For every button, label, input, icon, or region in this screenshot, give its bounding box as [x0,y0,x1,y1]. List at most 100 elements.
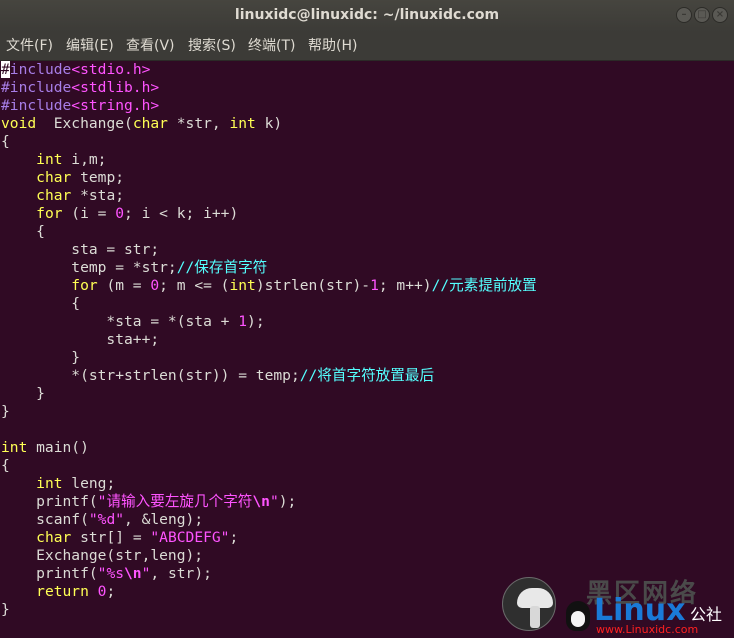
code-token: char [36,169,72,186]
code-token: ; m <= ( [159,277,230,294]
code-token: 0 [88,583,107,600]
code-token: { [1,295,81,312]
watermark-gongshe-text: 公社 [690,605,723,624]
code-token: int [36,151,63,168]
code-token: ; [106,583,116,600]
code-token: 0 [115,205,125,222]
code-line: #include<string.h> [1,97,537,115]
code-token: char [36,529,72,546]
code-token: <stdio.h> [71,61,151,78]
code-token: *(str+strlen(str)) = temp; [1,367,300,384]
code-line: #include<stdlib.h> [1,79,537,97]
code-token: leng; [62,475,116,492]
code-token: ; i < k; i++) [124,205,239,222]
code-token: i,m; [62,151,107,168]
code-editor[interactable]: #include<stdio.h> #include<stdlib.h> #incl… [1,61,537,619]
code-token: 1 [238,313,248,330]
code-token: Exchange(str,leng); [1,547,204,564]
code-token: "%s [97,565,125,582]
code-token: main() [27,439,89,456]
code-token: include [9,61,72,78]
code-token: //将首字符放置最后 [299,367,435,384]
code-token: //元素提前放置 [431,277,537,294]
close-button[interactable]: × [712,7,728,23]
menu-terminal[interactable]: 终端(T) [248,32,295,60]
code-line: { [1,457,537,475]
code-line: printf("%s\n", str); [1,565,537,583]
code-line: } [1,349,537,367]
code-line: temp = *str;//保存首字符 [1,259,537,277]
code-token: void [1,115,37,132]
code-token: )strlen(str)- [255,277,371,294]
code-token: ); [247,313,265,330]
code-token: "请输入要左旋几个字符 [97,493,253,510]
code-line: void Exchange(char *str, int k) [1,115,537,133]
code-token: Exchange( [36,115,133,132]
code-token: " [269,493,279,510]
code-line: for (i = 0; i < k; i++) [1,205,537,223]
code-token: ); [278,493,297,510]
code-token: 1 [370,277,379,294]
code-line: for (m = 0; m <= (int)strlen(str)-1; m++… [1,277,537,295]
code-token: "%d" [88,511,125,528]
terminal-content[interactable]: #include<stdio.h> #include<stdlib.h> #incl… [0,61,734,638]
code-token: *sta; [71,187,125,204]
code-token: , &leng); [124,511,204,528]
code-token: char [132,115,168,132]
maximize-button[interactable]: □ [694,7,710,23]
code-line: Exchange(str,leng); [1,547,537,565]
code-token: } [1,403,10,420]
title-bar[interactable]: linuxidc@linuxidc: ~/linuxidc.com – □ × [0,0,734,32]
code-token: *sta = *(sta + [1,313,239,330]
code-line: int leng; [1,475,537,493]
code-token: int [36,475,63,492]
code-token: for [36,205,63,222]
code-token: str[] = [71,529,151,546]
menu-search[interactable]: 搜索(S) [188,32,236,60]
watermark: 黑区网络 Linux 公社 www.Linuxidc.com [496,571,734,638]
code-token: <string.h> [71,97,160,114]
code-token: ; m++) [378,277,432,294]
code-token: "ABCDEFG" [150,529,230,546]
menu-bar: 文件(F) 编辑(E) 查看(V) 搜索(S) 终端(T) 帮助(H) [0,32,734,61]
window-title: linuxidc@linuxidc: ~/linuxidc.com [234,7,500,23]
code-token: { [1,133,10,150]
code-line: sta = str; [1,241,537,259]
code-token: sta++; [1,331,160,348]
code-token: sta = str; [1,241,160,258]
code-token: #include [1,79,72,96]
text-cursor: # [1,61,10,78]
code-token: printf( [1,493,98,510]
code-token: return [36,583,89,600]
watermark-logo-icon [502,577,556,631]
menu-help[interactable]: 帮助(H) [308,32,357,60]
code-line: } [1,385,537,403]
code-line: char temp; [1,169,537,187]
code-token: int [229,277,256,294]
code-line: int main() [1,439,537,457]
code-line: } [1,403,537,421]
menu-edit[interactable]: 编辑(E) [66,32,114,60]
code-line: printf("请输入要左旋几个字符\n"); [1,493,537,511]
code-line: { [1,295,537,313]
code-token: \n [124,565,142,582]
code-token: int [1,439,28,456]
code-token: //保存首字符 [176,259,268,276]
code-token: char [36,187,72,204]
code-token: (i = [62,205,116,222]
code-line: char *sta; [1,187,537,205]
menu-file[interactable]: 文件(F) [6,32,53,60]
code-token: (m = [97,277,151,294]
menu-view[interactable]: 查看(V) [126,32,175,60]
code-line: *(str+strlen(str)) = temp;//将首字符放置最后 [1,367,537,385]
code-token: temp; [71,169,125,186]
minimize-button[interactable]: – [676,7,692,23]
code-line: *sta = *(sta + 1); [1,313,537,331]
